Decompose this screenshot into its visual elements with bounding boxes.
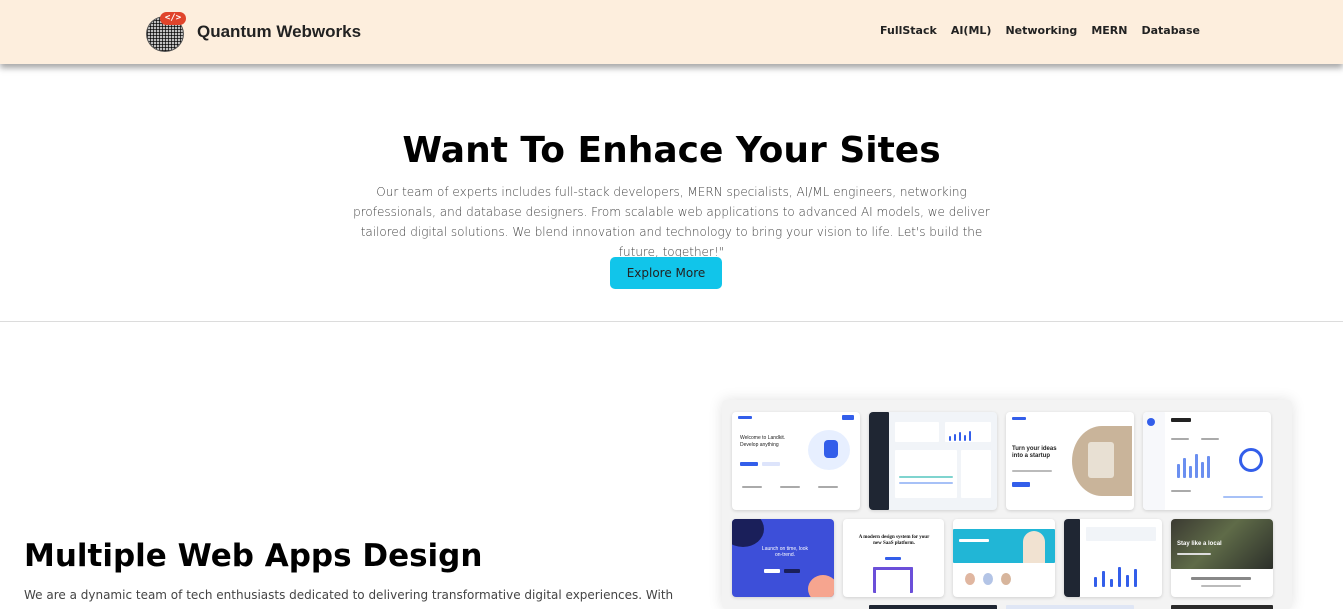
- mockup-dashboard-dark: [869, 412, 997, 510]
- section-title: Multiple Web Apps Design: [24, 538, 483, 574]
- mockup-travel-heading: Stay like a local: [1177, 541, 1222, 547]
- mockup-row3-tile-2: [1006, 605, 1134, 609]
- brand[interactable]: </> Quantum Webworks: [146, 12, 361, 52]
- mockup-analytics: [1143, 412, 1271, 510]
- nav-link-database[interactable]: Database: [1141, 24, 1200, 37]
- mockup-launch-heading: Launch on time, look on-trend.: [761, 546, 809, 558]
- mockup-landkit-subheading: Develop anything: [740, 442, 779, 448]
- mockup-landkit: Welcome to Landkit. Develop anything: [732, 412, 860, 510]
- mockup-startup-heading: Turn your ideas into a startup: [1012, 446, 1057, 459]
- mockup-startup: Turn your ideas into a startup: [1006, 412, 1134, 510]
- mockup-design-system-heading: A modern design system for your new SaaS…: [858, 535, 930, 546]
- brand-logo-icon: </>: [146, 12, 188, 52]
- mockup-teal-landing: [953, 519, 1055, 597]
- hero-title: Want To Enhace Your Sites: [402, 130, 941, 171]
- logo-code-tag: </>: [160, 12, 186, 25]
- nav-menu: FullStack AI(ML) Networking MERN Databas…: [880, 24, 1200, 37]
- brand-name: Quantum Webworks: [197, 22, 362, 41]
- mockup-row3-tile-3: [1171, 605, 1273, 609]
- nav-link-aiml[interactable]: AI(ML): [951, 24, 992, 37]
- hero-section: Want To Enhace Your Sites Our team of ex…: [0, 64, 1343, 322]
- mockup-launch: Launch on time, look on-trend.: [732, 519, 834, 597]
- mockup-design-system: A modern design system for your new SaaS…: [843, 519, 944, 597]
- web-apps-mockup-collage: Welcome to Landkit. Develop anything Tur…: [722, 400, 1292, 609]
- mockup-travel: Stay like a local: [1171, 519, 1273, 597]
- section-description: We are a dynamic team of tech enthusiast…: [24, 588, 674, 602]
- nav-link-mern[interactable]: MERN: [1091, 24, 1127, 37]
- mockup-dashboard-sidebar: [1064, 519, 1162, 597]
- nav-link-fullstack[interactable]: FullStack: [880, 24, 937, 37]
- mockup-landkit-heading: Welcome to Landkit.: [740, 435, 786, 441]
- hero-description: Our team of experts includes full-stack …: [353, 185, 990, 259]
- mockup-row3-tile-1: [869, 605, 997, 609]
- nav-link-networking[interactable]: Networking: [1005, 24, 1077, 37]
- navbar: </> Quantum Webworks FullStack AI(ML) Ne…: [0, 0, 1343, 64]
- explore-more-button[interactable]: Explore More: [610, 257, 722, 289]
